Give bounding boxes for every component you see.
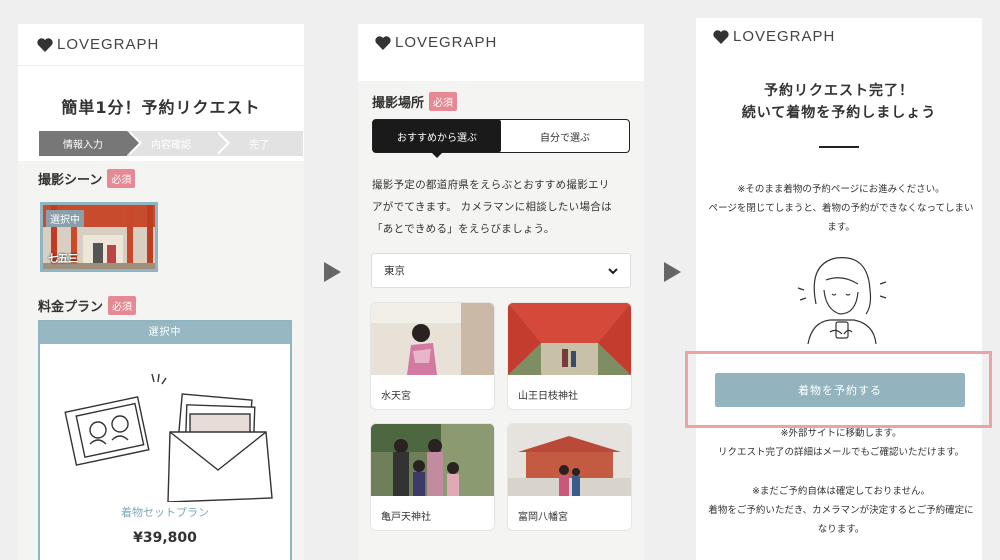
brand-name: LOVEGRAPH [733, 28, 836, 45]
brand-logo[interactable]: LOVEGRAPH [713, 28, 965, 45]
place-card-suitengu[interactable]: 水天宮 [371, 303, 494, 409]
notice-line: 着物をご予約いただき、カメラマンが決定するとご予約確定に [708, 505, 974, 516]
place-card-tomioka-hachimangu[interactable]: 富岡八幡宮 [508, 424, 631, 530]
place-name: 山王日枝神社 [518, 391, 578, 402]
booking-form-panel: LOVEGRAPH 簡単1分！予約リクエスト 情報入力 内容確認 完了 撮影シー… [18, 24, 304, 560]
brand-logo[interactable]: LOVEGRAPH [375, 34, 627, 51]
heart-icon [37, 37, 53, 52]
place-name: 富岡八幡宮 [518, 512, 568, 523]
header: LOVEGRAPH [18, 24, 304, 66]
scene-section-label: 撮影シーン 必須 [38, 169, 136, 188]
location-mode-toggle: おすすめから選ぶ 自分で選ぶ [372, 119, 630, 158]
place-card-kameido-tenjin[interactable]: 亀戸天神社 [371, 424, 494, 530]
scene-label: 撮影シーン [38, 173, 103, 188]
title-line: 続いて着物を予約しましょう [741, 105, 937, 121]
selected-badge: 選択中 [46, 210, 84, 227]
prefecture-select[interactable]: 東京 [371, 253, 631, 288]
request-complete-panel: LOVEGRAPH 予約リクエスト完了！ 続いて着物を予約しましょう ※そのまま… [696, 18, 982, 560]
place-photo [371, 303, 494, 375]
not-confirmed-notice: ※まだご予約自体は確定しておりません。 着物をご予約いただき、カメラマンが決定す… [701, 482, 981, 539]
brand-name: LOVEGRAPH [57, 36, 160, 53]
notice-line: リクエスト完了の詳細はメールでもご確認いただけます。 [717, 447, 965, 458]
completion-title: 予約リクエスト完了！ 続いて着物を予約しましょう [696, 80, 982, 124]
plan-selected-header: 選択中 [40, 322, 290, 344]
plan-section-label: 料金プラン 必須 [38, 296, 137, 315]
woman-with-phone-illustration [797, 257, 887, 344]
place-photo [508, 424, 631, 496]
chevron-down-icon [608, 267, 618, 274]
photos-envelope-illustration [64, 373, 273, 502]
notice-line: ※まだご予約自体は確定しておりません。 [751, 486, 931, 497]
required-badge: 必須 [108, 296, 137, 315]
description-line: アがでてきます。 カメラマンに相談したい場合は [372, 201, 612, 213]
progress-steps: 情報入力 内容確認 完了 [39, 131, 303, 156]
place-photo [508, 303, 631, 375]
cta-highlight-frame [685, 351, 992, 428]
description-line: 撮影予定の都道府県をえらぶとおすすめ撮影エリ [372, 179, 610, 191]
location-select-panel: LOVEGRAPH 撮影場所 必須 おすすめから選ぶ 自分で選ぶ 撮影予定の都道… [358, 24, 644, 560]
plan-price: ¥39,800 [133, 530, 197, 546]
required-badge: 必須 [107, 169, 136, 188]
required-badge: 必須 [429, 92, 458, 111]
step-label: 内容確認 [151, 140, 191, 151]
location-label: 撮影場所 [372, 96, 425, 111]
heart-icon [713, 29, 729, 44]
scene-option-shichigosan[interactable]: 選択中 七五三 [40, 202, 158, 272]
place-name: 亀戸天神社 [381, 512, 431, 523]
brand-name: LOVEGRAPH [395, 34, 498, 51]
notice-line: なります。 [817, 524, 865, 535]
page-title: 簡単1分！予約リクエスト [61, 98, 261, 117]
plan-name: 着物セットプラン [121, 506, 209, 519]
notice-line: ます。 [827, 222, 855, 233]
plan-label: 料金プラン [38, 300, 104, 315]
step-label: 完了 [249, 140, 269, 151]
notice-line: ページを閉じてしまうと、着物の予約ができなくなってしまい [708, 203, 974, 214]
notice-line: ※そのまま着物の予約ページにお進みください。 [737, 184, 945, 195]
next-arrow-icon [664, 262, 681, 282]
brand-logo[interactable]: LOVEGRAPH [37, 36, 285, 53]
tab-recommended[interactable]: おすすめから選ぶ [373, 120, 501, 158]
continue-notice: ※そのまま着物の予約ページにお進みください。 ページを閉じてしまうと、着物の予約… [706, 180, 976, 237]
tab-choose-self[interactable]: 自分で選ぶ [501, 120, 629, 152]
header: LOVEGRAPH [358, 24, 644, 74]
location-description: 撮影予定の都道府県をえらぶとおすすめ撮影エリ アがでてきます。 カメラマンに相談… [372, 174, 634, 240]
external-site-notice: ※外部サイトに移動します。 リクエスト完了の詳細はメールでもご確認いただけます。 [701, 424, 981, 462]
description-line: 「あとできめる」をえらびましょう。 [372, 223, 555, 235]
place-card-sanno-hie[interactable]: 山王日枝神社 [508, 303, 631, 409]
place-photo [371, 424, 494, 496]
prefecture-value: 東京 [384, 265, 405, 277]
title-line: 予約リクエスト完了！ [764, 83, 914, 99]
place-name: 水天宮 [381, 391, 411, 402]
header: LOVEGRAPH [696, 18, 982, 58]
heart-icon [375, 35, 391, 50]
next-arrow-icon [324, 262, 341, 282]
scene-name: 七五三 [48, 254, 78, 265]
step-input: 情報入力 [39, 131, 142, 156]
step-label: 情報入力 [63, 140, 103, 151]
plan-option-kimono-set[interactable]: 選択中 着物セットプラン ¥39,800 [38, 320, 292, 560]
divider [819, 146, 859, 148]
location-section-label: 撮影場所 必須 [372, 92, 458, 111]
